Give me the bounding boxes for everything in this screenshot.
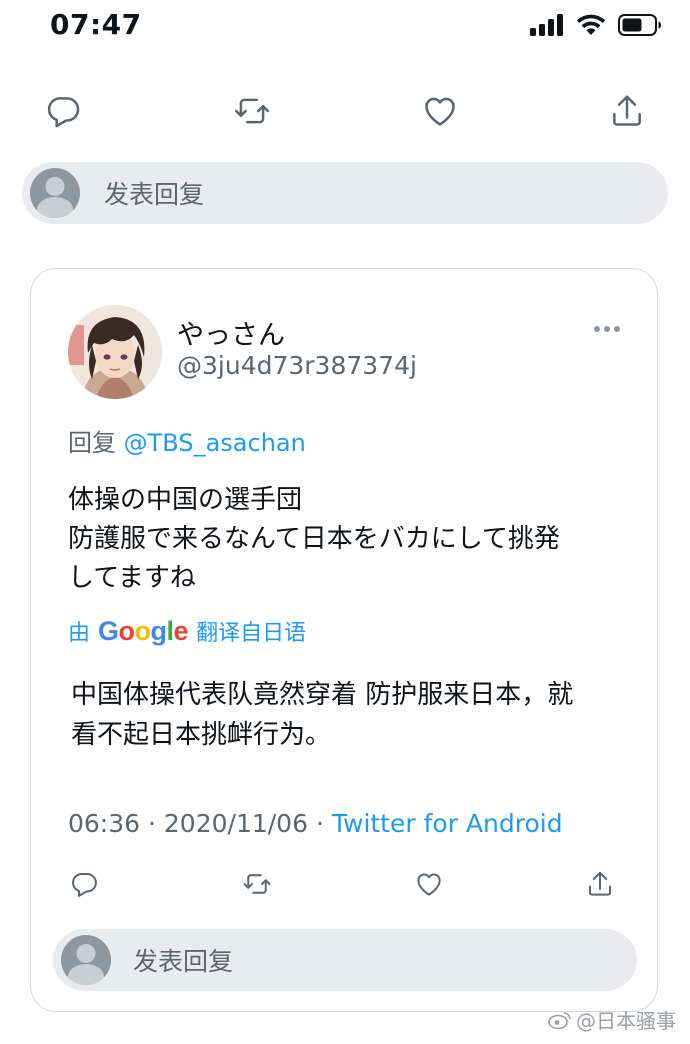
tweet-time: 06:36 [68,809,141,838]
status-time: 07:47 [50,8,142,41]
retweet-button[interactable] [231,92,273,130]
reply-mention-link[interactable]: @TBS_asachan [124,429,306,457]
tweet-text-line: 体操の中国の選手団 [68,485,303,515]
translated-text-line: 中国体操代表队竟然穿着 防护服来日本，就 [71,680,574,710]
reply-placeholder: 发表回复 [133,947,234,976]
share-button[interactable] [585,869,615,899]
reply-prefix: 回复 [68,429,116,457]
meta-separator: · [148,809,156,838]
meta-separator: · [315,809,324,838]
reply-button[interactable] [69,869,99,899]
reply-input[interactable]: 发表回复 [53,929,637,991]
comment-icon [72,873,97,897]
user-avatar-placeholder-icon [61,935,111,985]
avatar[interactable] [68,305,162,399]
retweet-button[interactable] [240,869,274,899]
reply-context: 回复 @TBS_asachan [68,423,306,458]
wifi-icon [576,14,606,35]
translate-suffix: 翻译自日语 [196,621,307,646]
google-logo: Google [98,615,189,646]
tweet-card: やっさん @3ju4d73r387374j 回复 @TBS_asachan 体操… [30,268,658,1012]
tweet-actions [69,867,615,901]
share-icon [588,871,611,896]
tweet-source-link[interactable]: Twitter for Android [332,809,563,838]
cellular-signal-icon [530,14,563,36]
watermark-text: @日本骚事 [576,1009,676,1033]
top-tweet-actions [44,88,646,134]
share-icon [613,95,641,126]
retweet-icon [234,98,269,124]
like-button[interactable] [414,869,444,899]
display-name[interactable]: やっさん [177,313,285,352]
like-button[interactable] [421,92,459,130]
reply-button[interactable] [44,92,82,130]
status-bar: 07:47 [0,0,690,56]
comment-icon [47,97,80,128]
translate-prefix: 由 [68,621,91,646]
reply-input[interactable]: 发表回复 [22,162,668,224]
reply-placeholder: 发表回复 [104,180,205,209]
heart-icon [417,873,441,896]
tweet-date: 2020/11/06 [163,809,308,838]
user-avatar-placeholder-icon [30,168,80,218]
tweet-text-line: 防護服で来るなんて日本をバカにして挑発 [68,524,560,554]
watermark: @日本骚事 [548,1005,676,1034]
weibo-logo-icon [548,1011,571,1029]
battery-icon [618,14,661,36]
anime-avatar-image [68,305,162,399]
heart-icon [425,97,456,126]
more-options-icon[interactable] [593,325,621,333]
translated-text: 中国体操代表队竟然穿着 防护服来日本，就 看不起日本挑衅行为。 [71,675,621,755]
translated-text-line: 看不起日本挑衅行为。 [71,720,332,750]
tweet-text-line: してますね [68,563,196,593]
user-handle[interactable]: @3ju4d73r387374j [177,351,417,380]
translation-attribution[interactable]: 由 Google 翻译自日语 [68,615,306,647]
retweet-icon [243,874,271,894]
share-button[interactable] [608,92,646,130]
tweet-metadata: 06:36 · 2020/11/06 · Twitter for Android [68,809,563,838]
tweet-text: 体操の中国の選手団 防護服で来るなんて日本をバカにして挑発 してますね [68,481,628,598]
